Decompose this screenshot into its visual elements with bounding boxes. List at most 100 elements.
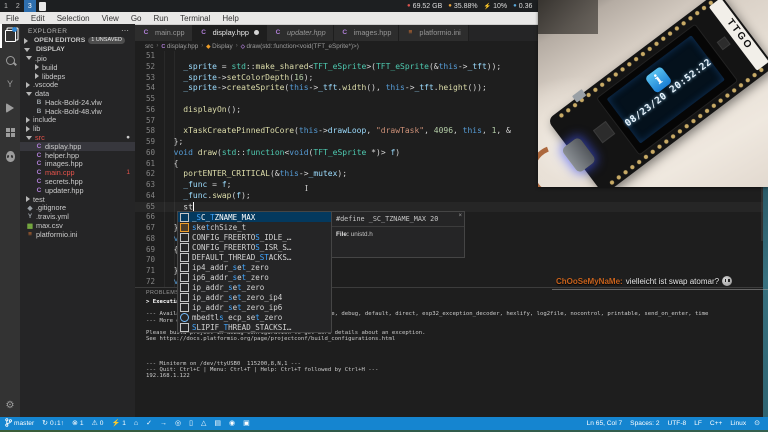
search-icon[interactable]	[0, 48, 20, 72]
open-editors-section[interactable]: OPEN EDITORS 1 UNSAVED	[20, 36, 135, 45]
tree-file-.gitignore[interactable]: ◆ .gitignore	[20, 203, 135, 212]
tree-item-label: Hack-Bold-24.vlw	[45, 97, 102, 107]
tree-file-updater.hpp[interactable]: Cupdater.hpp	[20, 186, 135, 195]
breadcrumb-item[interactable]: C display.hpp	[161, 43, 198, 50]
status-eol[interactable]: LF	[694, 420, 702, 427]
notifications-icon: ⊙	[754, 420, 760, 427]
status-sync-changes[interactable]: ↻ 0↓1↑	[42, 420, 64, 427]
tree-folder-include[interactable]: include	[20, 115, 135, 124]
suggestion-mbedtls_ecp_set_zero[interactable]: m b e d t l s _ e c p _ s e t _ z e r o	[178, 312, 331, 322]
status-pio-tasks[interactable]: ▤	[214, 420, 221, 427]
breadcrumb-item[interactable]: ◇ draw(std::function<void(TFT_eSprite*)>…	[241, 43, 359, 50]
suggestion-sketchSize_t[interactable]: s k e t c h Si z e _ t	[178, 222, 331, 232]
code-line-64[interactable]: 64 _func.swap(f);	[135, 191, 768, 202]
status-notifications[interactable]: ⊙	[754, 420, 760, 427]
load-average: ● 0.36	[513, 3, 532, 10]
tree-file-max.csv[interactable]: ▦ max.csv	[20, 221, 135, 230]
suggestion-_SC_TZNAME_MAX[interactable]: _ S C _ T Z N A M E _ M A X	[178, 212, 331, 222]
suggestion-SLIPIF_THREAD_STACKSI…[interactable]: S L I P I F _ T H R E A D _ S T A C K S I…	[178, 322, 331, 332]
explorer-icon[interactable]	[0, 24, 20, 48]
status-pio-build[interactable]: ✓	[146, 420, 152, 427]
suggestion-ip6_addr_set_zero[interactable]: i p 6 _ a d d r _ s e t _ z e r o	[178, 272, 331, 282]
tab-images.hpp[interactable]: Cimages.hpp	[333, 24, 400, 41]
doc-close-icon[interactable]: ×	[458, 213, 462, 219]
workspace-2[interactable]: 2	[12, 0, 24, 12]
suggestion-ip4_addr_set_zero[interactable]: i p 4 _ a d d r _ s e t _ z e r o	[178, 262, 331, 272]
suggestion-CONFIG_FREERTOS_ISR_S…[interactable]: C O N F I G _ F R E E R T O S _ I S R _ S…	[178, 242, 331, 252]
source-control-icon[interactable]: Y	[0, 72, 20, 96]
status-pio-devices[interactable]: ◎	[175, 420, 181, 427]
tree-file-main.cpp[interactable]: Cmain.cpp 1	[20, 168, 135, 177]
autocomplete-doc-panel: × #define _SC_TZNAME_MAX 20 File: unistd…	[331, 211, 465, 258]
tree-file-display.hpp[interactable]: Cdisplay.hpp	[20, 142, 135, 151]
menu-go[interactable]: Go	[125, 14, 148, 23]
tree-file-Hack-Bold-48.vlw[interactable]: B Hack-Bold-48.vlw	[20, 107, 135, 116]
workspace-root-folder[interactable]: DISPLAY	[20, 45, 135, 54]
yml-file-icon: Y	[27, 213, 33, 221]
menu-file[interactable]: File	[0, 14, 25, 23]
status-language-mode[interactable]: C++	[710, 420, 722, 427]
breadcrumb-item[interactable]: ◆ Display	[206, 43, 232, 50]
tree-folder-build[interactable]: build	[20, 63, 135, 72]
run-debug-icon[interactable]	[0, 96, 20, 120]
tree-file-images.hpp[interactable]: Cimages.hpp	[20, 159, 135, 168]
status-errors[interactable]: ⊗ 1	[72, 420, 84, 427]
menu-edit[interactable]: Edit	[25, 14, 51, 23]
suggestion-ip_addr_set_zero[interactable]: i p _ a d d r _ s e t _ z e r o	[178, 282, 331, 292]
tab-platformio.ini[interactable]: ≡ platformio.ini	[399, 24, 469, 41]
status-encoding[interactable]: UTF-8	[668, 420, 687, 427]
files-tray-icon[interactable]	[38, 1, 46, 11]
platformio-icon[interactable]	[0, 144, 20, 168]
tree-folder-lib[interactable]: lib	[20, 124, 135, 133]
tree-folder-.vscode[interactable]: .vscode	[20, 80, 135, 89]
status-pio-home[interactable]: ⌂	[134, 420, 138, 427]
explorer-more-actions-icon[interactable]: ⋯	[121, 27, 129, 35]
memory-usage: ● 35.88%	[448, 3, 477, 10]
suggestion-ip_addr_set_zero_ip4[interactable]: i p _ a d d r _ s e t _ z e r o _ i p 4	[178, 292, 331, 302]
tree-file-Hack-Bold-24.vlw[interactable]: B Hack-Bold-24.vlw	[20, 98, 135, 107]
status-ports[interactable]: ⚡ 1	[111, 420, 125, 427]
status-cursor-position[interactable]: Ln 65, Col 7	[587, 420, 623, 427]
tree-folder-test[interactable]: test	[20, 195, 135, 204]
tree-file-.travis.yml[interactable]: Y .travis.yml	[20, 212, 135, 221]
errors-icon: ⊗	[71, 420, 78, 427]
menu-view[interactable]: View	[96, 14, 125, 23]
status-pio-clean[interactable]: ▯	[189, 420, 193, 427]
webcam-photo-overlay: i 08/23/20 20:52:22 TTGO	[538, 0, 768, 187]
menu-help[interactable]: Help	[216, 14, 244, 23]
tree-item-label: lib	[33, 124, 41, 134]
tab-display.hpp[interactable]: Cdisplay.hpp	[192, 24, 267, 41]
breadcrumb-item[interactable]: src	[145, 43, 153, 50]
workspace-1[interactable]: 1	[0, 0, 12, 12]
cpp-file-icon: C	[201, 29, 206, 36]
status-pio-upload[interactable]: →	[160, 420, 167, 427]
menu-terminal[interactable]: Terminal	[174, 14, 216, 23]
status-indentation[interactable]: Spaces: 2	[630, 420, 659, 427]
tab-main.cpp[interactable]: Cmain.cpp	[135, 24, 193, 41]
suggestion-ip_addr_set_zero_ip6[interactable]: i p _ a d d r _ s e t _ z e r o _ i p 6	[178, 302, 331, 312]
tree-file-platformio.ini[interactable]: ≡ platformio.ini	[20, 230, 135, 239]
tree-file-helper.hpp[interactable]: Chelper.hpp	[20, 151, 135, 160]
suggestion-DEFAULT_THREAD_STACKS…[interactable]: D E F A U L T _ T H R E A D _ S T A C K S…	[178, 252, 331, 262]
pio-upload-icon: →	[159, 420, 167, 427]
doc-file: File: unistd.h	[332, 226, 464, 238]
modified-dot-icon[interactable]	[253, 30, 259, 35]
settings-gear-icon[interactable]: ⚙	[0, 400, 20, 411]
status-warnings[interactable]: ⚠ 0	[92, 420, 104, 427]
tree-folder-.pio[interactable]: .pio	[20, 54, 135, 63]
status-pio-test[interactable]: △	[201, 420, 206, 427]
menu-selection[interactable]: Selection	[51, 14, 96, 23]
status-git-branch[interactable]: master	[5, 418, 34, 429]
tree-folder-src[interactable]: src ●	[20, 133, 135, 142]
workspace-3[interactable]: 3	[23, 0, 36, 12]
tree-folder-data[interactable]: data	[20, 89, 135, 98]
menu-run[interactable]: Run	[147, 14, 174, 23]
suggestion-CONFIG_FREERTOS_IDLE_…[interactable]: C O N F I G _ F R E E R T O S _ I D L E _…	[178, 232, 331, 242]
tree-folder-libdeps[interactable]: libdeps	[20, 72, 135, 81]
extensions-icon[interactable]	[0, 120, 20, 144]
status-pio-terminal[interactable]: ▣	[243, 420, 250, 427]
status-pio-monitor[interactable]: ◉	[229, 420, 235, 427]
status-platform[interactable]: Linux	[730, 420, 746, 427]
tree-file-secrets.hpp[interactable]: Csecrets.hpp	[20, 177, 135, 186]
tab-updater.hpp[interactable]: Cupdater.hpp	[266, 24, 334, 41]
